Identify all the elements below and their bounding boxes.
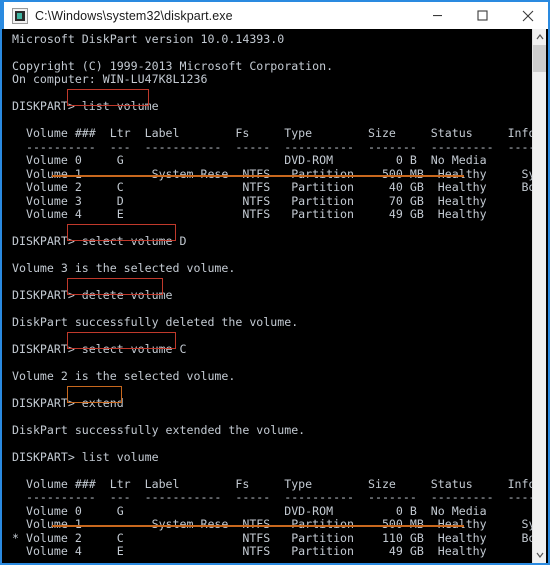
console-output-area[interactable]: Microsoft DiskPart version 10.0.14393.0 … (4, 29, 536, 563)
close-button[interactable] (505, 2, 550, 29)
minimize-button[interactable] (415, 2, 460, 29)
scrollbar-thumb[interactable] (533, 45, 546, 72)
chevron-up-icon[interactable] (533, 29, 546, 45)
console-icon (12, 8, 28, 24)
console-text: Microsoft DiskPart version 10.0.14393.0 … (4, 29, 536, 563)
diskpart-console-window: C:\Windows\system32\diskpart.exe Mic (0, 0, 550, 565)
window-title: C:\Windows\system32\diskpart.exe (35, 9, 233, 23)
window-controls (415, 2, 550, 29)
title-bar: C:\Windows\system32\diskpart.exe (2, 0, 550, 29)
scrollbar-track[interactable] (533, 45, 546, 547)
maximize-button[interactable] (460, 2, 505, 29)
chevron-down-icon[interactable] (533, 547, 546, 563)
vertical-scrollbar[interactable] (532, 29, 546, 563)
